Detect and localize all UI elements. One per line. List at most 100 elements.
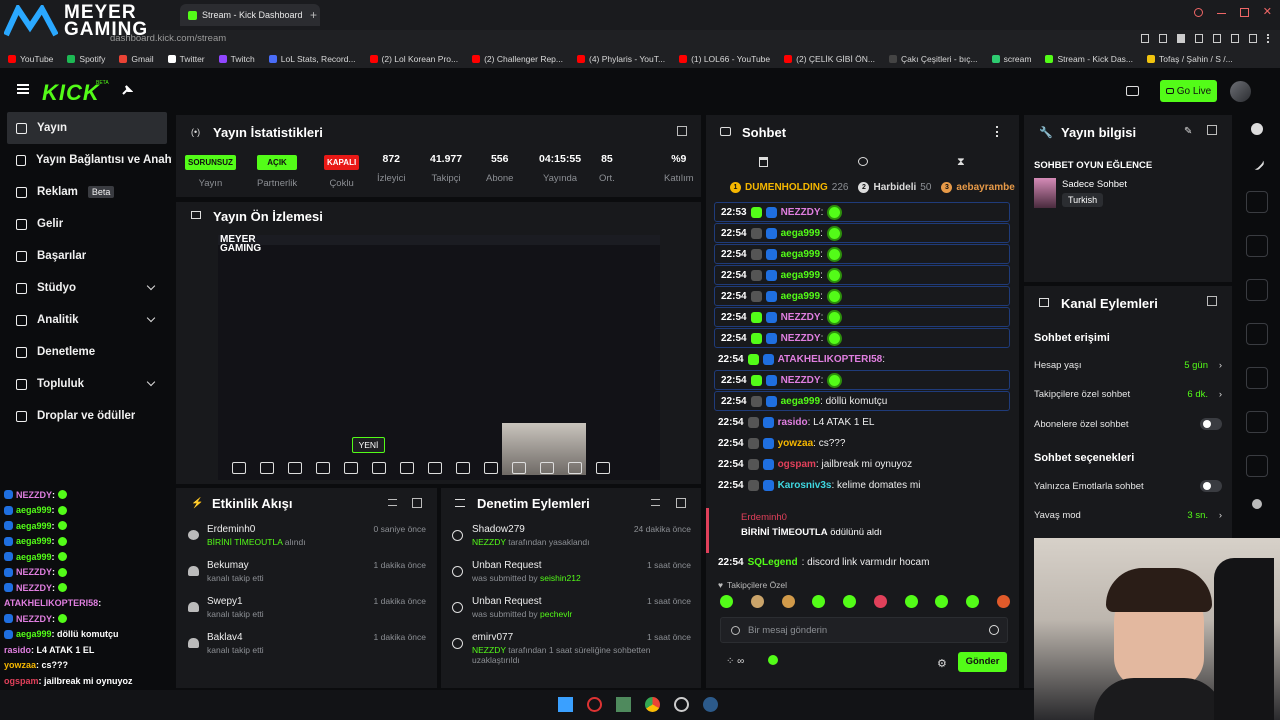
leaderboard-entry[interactable]: 3 aebayrambe <box>941 179 1018 195</box>
sidebar-item-4[interactable]: Başarılar <box>0 240 172 272</box>
sidebar-item-2[interactable]: Reklam Beta <box>0 176 172 208</box>
browser-tab[interactable]: Stream - Kick Dashboard <box>180 4 320 26</box>
sidebar-item-5[interactable]: Stüdyo <box>0 272 172 304</box>
emote-icon[interactable] <box>720 595 733 608</box>
sidebar-item-3[interactable]: Gelir <box>0 208 172 240</box>
message-user[interactable]: SQLegend <box>748 557 798 568</box>
activity-name[interactable]: Baklav4 <box>207 632 243 643</box>
replay-icon[interactable] <box>512 462 526 474</box>
bookmark-item[interactable]: YouTube <box>8 54 53 64</box>
emote-icon[interactable] <box>996 595 1010 608</box>
emote-icon[interactable] <box>781 595 795 608</box>
wrench-icon[interactable] <box>1246 455 1268 477</box>
previous-icon[interactable] <box>232 462 246 474</box>
popout-icon[interactable] <box>676 498 686 508</box>
kick-icon[interactable] <box>768 655 778 665</box>
message-user[interactable]: ogspam <box>778 459 816 470</box>
activity-name[interactable]: Swepy1 <box>207 596 243 607</box>
emote-icon[interactable] <box>873 595 887 608</box>
bookmark-item[interactable]: (2) Lol Korean Pro... <box>369 54 458 64</box>
stats-icon[interactable] <box>484 462 498 474</box>
bookmark-item[interactable]: Tofaş / Şahin / S /... <box>1147 54 1233 64</box>
popout-icon[interactable] <box>1207 125 1217 135</box>
steam-icon[interactable] <box>703 697 718 712</box>
moderation-title-text[interactable]: Unban Request <box>472 560 542 571</box>
crop-icon[interactable] <box>456 462 470 474</box>
message-user[interactable]: ATAKHELIKOPTERI58 <box>778 354 883 365</box>
emoji-icon[interactable] <box>989 625 999 635</box>
bookmark-item[interactable]: Çakı Çeşitleri - bıç... <box>889 54 978 64</box>
bookmark-item[interactable]: (1) LOL66 - YouTube <box>679 54 770 64</box>
bookmark-item[interactable]: Gmail <box>119 54 154 64</box>
message-user[interactable]: rasido <box>778 417 808 428</box>
popout-icon[interactable] <box>677 126 687 136</box>
settings-icon[interactable]: ⚙ <box>937 657 947 670</box>
kick-logo[interactable]: KICK <box>42 80 100 106</box>
list-icon[interactable] <box>1246 279 1268 301</box>
emote-icon[interactable] <box>966 595 980 608</box>
download-icon[interactable] <box>1195 34 1203 43</box>
avatar[interactable] <box>1230 81 1251 102</box>
sidebar-item-8[interactable]: Topluluk <box>0 368 172 400</box>
filter-icon[interactable] <box>651 499 660 506</box>
message-user[interactable]: NEZZDY <box>781 375 821 386</box>
chat-icon[interactable] <box>1246 323 1268 345</box>
message-user[interactable]: NEZZDY <box>781 312 821 323</box>
hourglass-icon[interactable]: ⧗ <box>957 156 965 169</box>
fullscreen-icon[interactable] <box>428 462 442 474</box>
moderation-title-text[interactable]: Unban Request <box>472 596 542 607</box>
bookmark-item[interactable]: Stream - Kick Das... <box>1045 54 1133 64</box>
camera-icon[interactable] <box>344 462 358 474</box>
go-live-button[interactable]: Go Live <box>1160 80 1217 102</box>
sparkle-icon[interactable] <box>540 462 554 474</box>
message-user[interactable]: yowzaa <box>778 438 814 449</box>
obs-icon[interactable] <box>674 697 689 712</box>
next-icon[interactable] <box>288 462 302 474</box>
broadcast-icon[interactable] <box>1246 367 1268 389</box>
emote-icon[interactable] <box>750 595 764 608</box>
new-tab-icon[interactable]: + <box>310 8 317 22</box>
message-user[interactable]: aega999 <box>781 249 820 260</box>
moderation-title-text[interactable]: Shadow279 <box>472 524 525 535</box>
edit-icon[interactable] <box>1248 154 1266 172</box>
followers-only-row[interactable]: Takipçilere özel sohbet 6 dk. › <box>1034 389 1222 400</box>
hamburger-icon[interactable] <box>17 84 29 94</box>
maximize-icon[interactable] <box>1239 8 1249 17</box>
edit-icon[interactable]: ✎ <box>1184 126 1192 137</box>
sidebar-item-0[interactable]: Yayın <box>7 112 167 144</box>
bookmark-item[interactable]: scream <box>991 54 1031 64</box>
heart-icon[interactable] <box>1231 34 1239 43</box>
translate-icon[interactable] <box>1213 34 1221 43</box>
slow-mode-row[interactable]: Yavaş mod 3 sn. › <box>1034 510 1222 521</box>
subs-only-toggle[interactable] <box>1200 418 1222 430</box>
chat-input[interactable]: Bir mesaj gönderin <box>720 617 1008 643</box>
bookmark-icon[interactable] <box>1141 34 1149 43</box>
popout-icon[interactable] <box>1207 296 1217 306</box>
emote-only-toggle[interactable] <box>1200 480 1222 492</box>
sidebar-item-1[interactable]: Yayın Bağlantısı ve Anahtarı <box>0 144 172 176</box>
play-icon[interactable] <box>260 462 274 474</box>
pin-icon[interactable] <box>121 84 133 96</box>
chat-menu-icon[interactable] <box>996 126 999 137</box>
close-icon[interactable]: ✕ <box>1263 7 1272 18</box>
message-user[interactable]: aega999 <box>781 291 820 302</box>
record-icon[interactable] <box>400 462 414 474</box>
search-tabs-icon[interactable] <box>1193 8 1203 17</box>
menu-icon[interactable] <box>1267 34 1270 43</box>
moderation-icon[interactable] <box>1246 411 1268 433</box>
minimize-icon[interactable] <box>1216 13 1226 14</box>
activity-name[interactable]: Erdeminh0 <box>207 524 255 535</box>
shield-icon[interactable] <box>1177 34 1185 43</box>
sidebar-item-7[interactable]: Denetleme <box>0 336 172 368</box>
bookmark-item[interactable]: LoL Stats, Record... <box>268 54 356 64</box>
mute-icon[interactable] <box>316 462 330 474</box>
bookmark-item[interactable]: Twitch <box>218 54 255 64</box>
layout-icon[interactable] <box>1246 191 1268 213</box>
trash-icon[interactable] <box>759 157 768 167</box>
message-icon[interactable] <box>858 157 868 166</box>
community-icon[interactable] <box>1252 499 1262 509</box>
account-age-row[interactable]: Hesap yaşı 5 gün › <box>1034 360 1222 371</box>
extension-icon[interactable] <box>1159 34 1167 43</box>
notepad-icon[interactable] <box>616 697 631 712</box>
video-icon[interactable] <box>1126 86 1139 96</box>
